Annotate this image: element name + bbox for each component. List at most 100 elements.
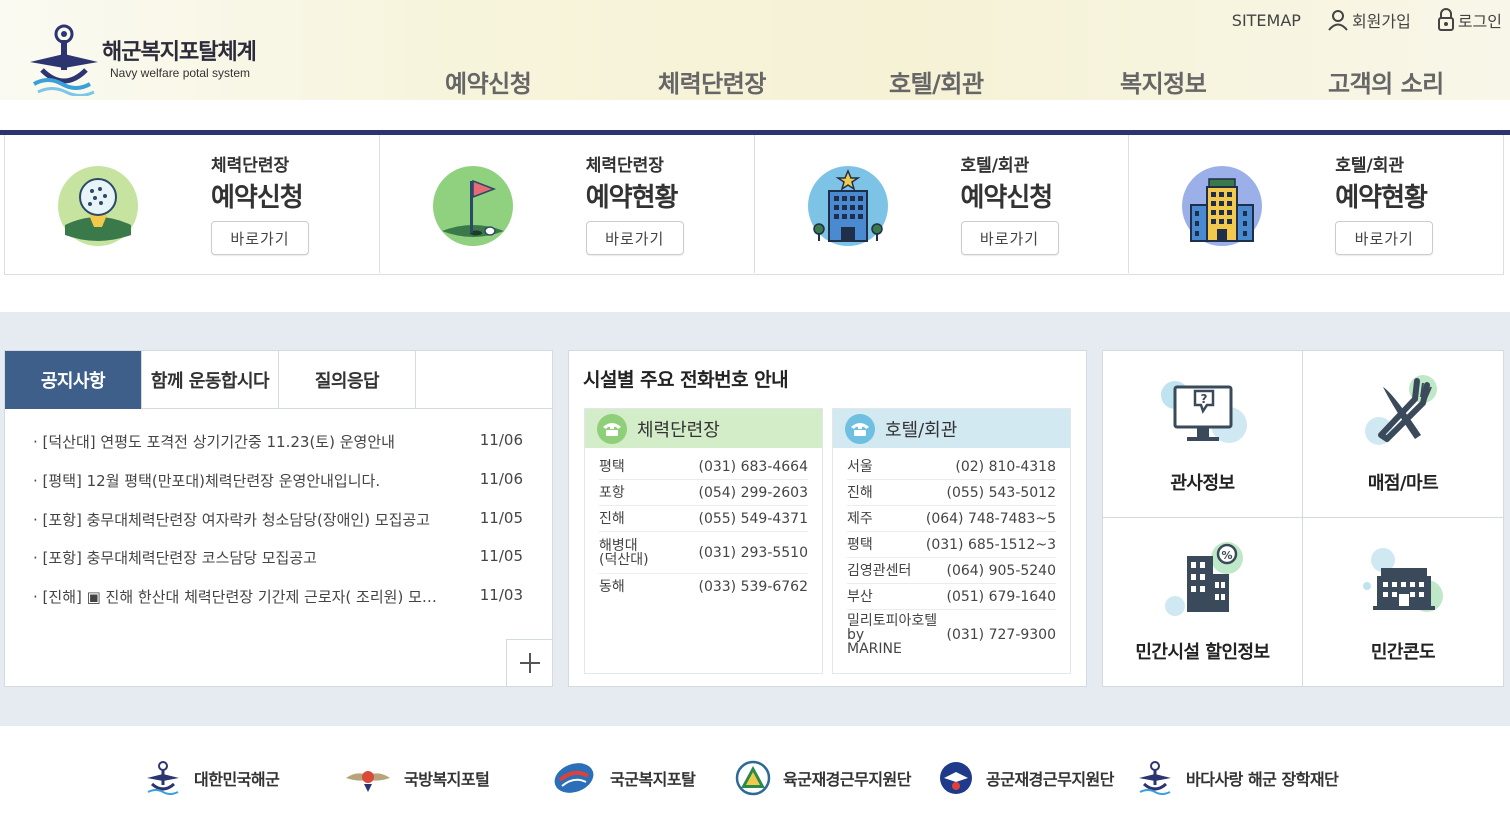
link-housing-info[interactable]: ? 관사정보 [1103,351,1303,518]
facility-name: 제주 [847,510,873,527]
quick-subtitle: 체력단련장 [211,156,290,176]
phone-number: (031) 293-5510 [698,544,809,561]
phone-row: 김영관센터 (064) 905-5240 [847,558,1056,584]
footer-link-label: 대한민국해군 [194,770,280,789]
facility-name: 진해 [847,484,873,501]
sitemap-link[interactable]: SITEMAP [1232,11,1301,30]
quick-title: 예약현황 [1335,183,1428,213]
quick-item-hotel-status[interactable]: 호텔/회관 예약현황 바로가기 [1129,135,1503,273]
quick-subtitle: 호텔/회관 [1335,156,1405,176]
notice-board: 공지사항 함께 운동합시다 질의응답 · [덕산대] 연평도 포격전 상기기간중… [4,350,553,687]
phone-number: (064) 748-7483~5 [925,510,1056,527]
quick-item-fitness-status[interactable]: 체력단련장 예약현황 바로가기 [380,135,755,273]
quick-title: 예약현황 [585,183,679,213]
list-item[interactable]: · [포항] 충무대체력단련장 여자락카 청소담당(장애인) 모집공고 11/0… [33,509,523,548]
tab-notice[interactable]: 공지사항 [5,351,142,409]
footer-link-scholarship[interactable]: 바다사랑 해군 장학재단 [1136,760,1339,796]
facility-name: 동해 [599,579,625,595]
phone-row: 제주 (064) 748-7483~5 [847,506,1056,532]
telephone-icon [845,413,875,444]
nav-customer-voice[interactable]: 고객의 소리 [1328,64,1444,99]
list-item[interactable]: · [포항] 충무대체력단련장 코스담당 모집공고 11/05 [33,547,523,586]
phone-list: 서울 (02) 810-4318 진해 (055) 543-5012 제주 (064)… [833,448,1070,660]
nav-welfare-info[interactable]: 복지정보 [1120,64,1207,99]
list-item[interactable]: · [평택] 12월 평택(만포대)체력단련장 운영안내입니다. 11/06 [33,470,523,509]
phone-number: (051) 679-1640 [946,588,1057,605]
footer-link-army[interactable]: 육군재경근무지원단 [735,760,911,796]
phone-number: (055) 549-4371 [698,510,809,527]
phone-row: 진해 (055) 543-5012 [847,480,1056,506]
go-button[interactable]: 바로가기 [1335,221,1434,255]
computer-help-icon: ? [1160,381,1247,443]
list-item[interactable]: · [진해] ▣ 진해 한산대 체력단련장 기간제 근로자( 조리원) 모집공고… [33,586,523,625]
phone-column-label: 호텔/회관 [885,419,958,441]
facility-name: 김영관센터 [847,562,912,579]
notice-date: 11/05 [479,508,523,527]
tab-exercise-together[interactable]: 함께 운동합시다 [142,351,279,409]
lock-icon [1437,8,1454,31]
telephone-icon [597,413,627,444]
plus-icon [519,653,540,673]
phone-guide: 시설별 주요 전화번호 안내 체력단련장 평택 (031) 683-4664 포항… [568,350,1087,687]
footer-link-welfare-portal[interactable]: 국군복지포탈 [550,760,696,796]
go-button[interactable]: 바로가기 [960,221,1059,255]
go-button[interactable]: 바로가기 [585,221,684,255]
footer-link-airforce[interactable]: 공군재경근무지원단 [938,760,1114,796]
svg-text:%: % [1221,549,1232,562]
quick-title: 예약신청 [960,183,1054,213]
army-emblem-icon [735,760,771,796]
link-store-mart[interactable]: 매점/마트 [1303,351,1503,518]
tab-qna[interactable]: 질의응답 [279,351,416,409]
notice-title: · [덕산대] 연평도 포격전 상기기간중 11.23(토) 운영안내 [33,433,395,451]
login-link[interactable]: 로그인 [1437,8,1502,32]
hotel-tower-icon [1182,166,1263,246]
nav-hotel[interactable]: 호텔/회관 [889,64,984,99]
quick-menu: 체력단련장 예약신청 바로가기 체력단련장 예약현황 바로가기 호텔/회관 예약… [4,135,1504,275]
list-item[interactable]: · [덕산대] 연평도 포격전 상기기간중 11.23(토) 운영안내 11/0… [33,431,523,470]
site-header: 해군복지포탈체계 Navy welfare potal system SITEM… [0,0,1510,130]
phone-number: (064) 905-5240 [946,562,1057,579]
notice-date: 11/06 [479,431,523,449]
phone-row: 평택 (031) 685-1512~3 [847,532,1056,558]
navy-emblem-icon [147,761,179,795]
quick-subtitle: 체력단련장 [585,156,664,176]
building-discount-icon: % [1164,542,1243,616]
join-label: 회원가입 [1351,12,1411,31]
go-button[interactable]: 바로가기 [211,221,309,255]
phone-row: 진해 (055) 549-4371 [599,506,808,532]
phone-row: 포항 (054) 299-2603 [599,480,808,506]
nav-fitness[interactable]: 체력단련장 [658,64,766,99]
welfare-portal-icon [554,763,594,793]
link-label: 민간시설 할인정보 [1135,642,1270,663]
welfare-link-grid: ? 관사정보 매점/마트 % 민간시설 할인정보 민간콘도 [1102,350,1504,687]
nav-reservation[interactable]: 예약신청 [445,64,532,99]
quick-item-fitness-reserve[interactable]: 체력단련장 예약신청 바로가기 [5,135,380,273]
phone-list: 평택 (031) 683-4664 포항 (054) 299-2603 진해 (055… [585,448,822,600]
notice-list: · [덕산대] 연평도 포격전 상기기간중 11.23(토) 운영안내 11/0… [33,431,523,625]
facility-name: 밀리토피아호텔 by MARINE [847,613,938,657]
more-button[interactable] [506,639,552,686]
hotel-icon [807,166,888,246]
facility-name: 평택 [847,536,873,553]
footer-link-navy[interactable]: 대한민국해군 [144,760,280,796]
svg-text:?: ? [1200,392,1207,406]
main-navigation: 예약신청 체력단련장 호텔/회관 복지정보 고객의 소리 [0,64,1510,100]
link-private-condo[interactable]: 민간콘도 [1303,518,1503,686]
link-private-discount[interactable]: % 민간시설 할인정보 [1103,518,1303,686]
user-icon [1328,10,1348,31]
footer-link-mnd[interactable]: 국방복지포털 [344,760,490,796]
facility-name: 진해 [599,510,625,527]
condo-icon [1363,548,1443,612]
notice-date: 11/03 [479,586,523,605]
mnd-emblem-icon [346,771,390,792]
quick-item-hotel-reserve[interactable]: 호텔/회관 예약신청 바로가기 [755,135,1130,273]
join-link[interactable]: 회원가입 [1327,8,1411,32]
notice-title: · [포항] 충무대체력단련장 여자락카 청소담당(장애인) 모집공고 [33,510,431,529]
footer-link-label: 국군복지포탈 [610,770,696,789]
phone-number: (033) 539-6762 [698,579,809,595]
quick-subtitle: 호텔/회관 [960,156,1030,176]
facility-name: 평택 [599,458,625,475]
sitemap-label: SITEMAP [1231,10,1301,30]
phone-row: 동해 (033) 539-6762 [599,574,808,600]
related-sites: 대한민국해군 국방복지포털 국군복지포탈 육군재경근무지원단 공군재경근무지원단… [0,740,1510,820]
